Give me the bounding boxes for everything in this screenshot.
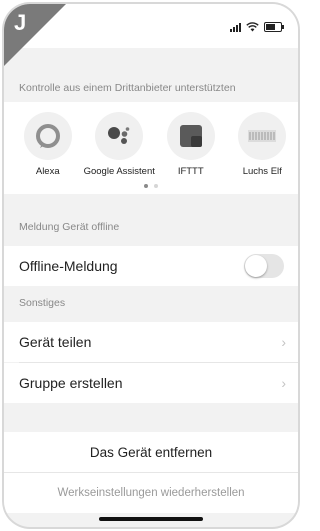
luchs-elf-icon [248,130,277,142]
integration-label: Alexa [35,166,60,177]
create-group-row[interactable]: Gruppe erstellen › [4,363,298,403]
home-indicator [99,517,203,521]
remove-device-button[interactable]: Das Gerät entfernen [4,432,298,472]
integration-luchs-elf[interactable]: Luchs Elf [227,102,299,177]
integration-label: IFTTT [177,166,204,177]
factory-reset-button[interactable]: Werkseinstellungen wiederherstellen [4,473,298,513]
integration-label: Google Assistent [83,166,155,177]
integration-ifttt[interactable]: IFTTT [155,102,227,177]
pager-dots [4,184,298,188]
offline-notification-toggle[interactable] [244,254,284,278]
toggle-knob [245,255,267,277]
pager-dot[interactable] [154,184,158,188]
status-icons [230,22,284,32]
share-device-label: Gerät teilen [19,334,92,350]
alexa-icon [35,124,60,148]
integration-label: Luchs Elf [242,166,282,177]
phone-screen: J Kontrolle aus einem Drittanbieter unte… [4,4,298,527]
section-header-other: Sonstiges [4,286,298,320]
section-header-third-party: Kontrolle aus einem Drittanbieter unters… [4,76,298,100]
integrations-card: Alexa Google Assistent IFTTT Luchs Elf [4,102,298,194]
section-header-offline: Meldung Gerät offline [4,214,298,240]
chevron-right-icon: › [281,334,286,350]
battery-icon [264,22,284,32]
remove-device-label: Das Gerät entfernen [89,444,213,460]
integrations-list: Alexa Google Assistent IFTTT Luchs Elf [4,102,298,177]
integration-google-assistant[interactable]: Google Assistent [84,102,156,177]
chevron-right-icon: › [281,375,286,391]
offline-notification-label: Offline-Meldung [19,258,118,274]
factory-reset-label: Werkseinstellungen wiederherstellen [57,487,245,499]
create-group-label: Gruppe erstellen [19,375,123,391]
ifttt-icon [179,125,202,147]
signal-icon [230,22,241,32]
pager-dot-active[interactable] [144,184,148,188]
wifi-icon [246,22,259,32]
offline-notification-row: Offline-Meldung [4,246,298,286]
corner-letter: J [14,10,27,35]
integration-alexa[interactable]: Alexa [12,102,84,177]
google-assistant-icon [108,127,130,144]
share-device-row[interactable]: Gerät teilen › [4,322,298,362]
